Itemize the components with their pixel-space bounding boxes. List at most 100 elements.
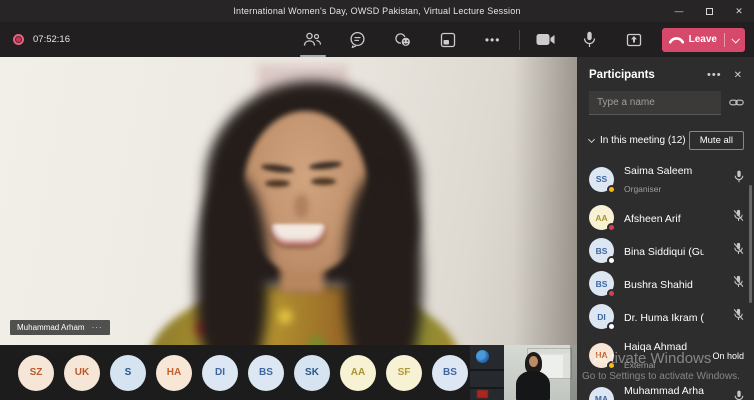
window-title: International Women's Day, OWSD Pakistan… — [0, 6, 664, 16]
camera-button[interactable] — [536, 30, 556, 50]
in-meeting-section-header[interactable]: In this meeting (12) Mute all — [577, 125, 754, 157]
participant-mic-state[interactable] — [704, 390, 744, 400]
selfview-shelf-art — [470, 387, 504, 389]
avatar: MA — [589, 387, 614, 400]
collapse-chevron-icon — [588, 136, 595, 143]
maximize-icon — [706, 8, 713, 15]
participant-name: Dr. Huma Ikram (Guest) — [624, 312, 704, 324]
meeting-timer: 07:52:16 — [33, 34, 70, 45]
participant-row[interactable]: BS Bina Siddiqui (Guest) — [577, 234, 754, 267]
participant-mic-state[interactable]: On hold — [704, 346, 744, 364]
main-video-tile[interactable]: Muhammad Arham ··· — [0, 57, 577, 345]
close-button[interactable]: ✕ — [724, 0, 754, 22]
microphone-button[interactable] — [580, 30, 600, 50]
panel-more-options-icon[interactable]: ••• — [707, 69, 722, 81]
participant-name: Bina Siddiqui (Guest) — [624, 246, 704, 258]
in-meeting-count-label: In this meeting (12) — [600, 135, 689, 146]
device-controls — [536, 30, 644, 50]
participant-mic-state[interactable] — [704, 275, 744, 293]
participant-search-input[interactable] — [589, 91, 721, 115]
audio-participant-avatar[interactable]: SK — [294, 355, 330, 391]
participant-row[interactable]: AA Afsheen Arif — [577, 201, 754, 234]
participant-name: Muhammad Arham — [624, 385, 704, 397]
participant-row[interactable]: DI Dr. Huma Ikram (Guest) — [577, 300, 754, 333]
participants-panel-header: Participants ••• ✕ — [577, 57, 754, 89]
selfview-person-art — [516, 371, 550, 400]
participant-row[interactable]: HA Haiqa Ahmad External On hold — [577, 333, 754, 377]
mic-icon — [583, 31, 596, 48]
meeting-toolbar: ••• — [303, 30, 503, 50]
breakout-rooms-button[interactable] — [438, 30, 458, 50]
leave-button[interactable]: Leave — [662, 28, 745, 52]
avatar: AA — [589, 205, 614, 230]
wall-shadow-art — [513, 57, 577, 345]
participant-search-row — [577, 89, 754, 125]
leave-options-chevron-icon[interactable] — [731, 35, 739, 43]
more-actions-button[interactable]: ••• — [483, 30, 503, 50]
window-controls: — ✕ — [664, 0, 754, 22]
mic-off-icon — [733, 275, 744, 288]
selfview-shadow-art — [570, 345, 577, 400]
participant-mic-state[interactable] — [704, 308, 744, 326]
presence-status-dot — [607, 322, 616, 331]
participant-mic-state[interactable] — [704, 209, 744, 227]
presence-status-dot — [607, 289, 616, 298]
audio-participant-avatar[interactable]: BS — [248, 355, 284, 391]
teams-meeting-window: International Women's Day, OWSD Pakistan… — [0, 0, 754, 400]
reactions-button[interactable] — [393, 30, 413, 50]
speaker-nose-art — [294, 194, 309, 218]
self-view-tile[interactable] — [470, 345, 577, 400]
participant-row[interactable]: MA Muhammad Arham External — [577, 377, 754, 400]
participant-name: Bushra Shahid — [624, 279, 693, 291]
rooms-icon — [440, 32, 456, 48]
participant-mic-state[interactable] — [704, 242, 744, 260]
selfview-shelf-art — [470, 369, 504, 371]
audio-participant-avatar[interactable]: S — [110, 355, 146, 391]
participant-subtitle: Organiser — [624, 184, 661, 194]
window-titlebar: International Women's Day, OWSD Pakistan… — [0, 0, 754, 22]
audio-participant-avatar[interactable]: SZ — [18, 355, 54, 391]
participants-panel: Participants ••• ✕ In this meeting (12) … — [577, 57, 754, 400]
audio-participant-avatar[interactable]: UK — [64, 355, 100, 391]
minimize-button[interactable]: — — [664, 0, 694, 22]
presence-status-dot — [607, 256, 616, 265]
name-tag-label: Muhammad Arham — [17, 323, 85, 332]
reactions-icon — [394, 32, 412, 48]
mute-all-button[interactable]: Mute all — [689, 131, 744, 150]
audio-participant-avatar[interactable]: BS — [432, 355, 468, 391]
presence-status-dot — [607, 185, 616, 194]
participant-mic-state[interactable] — [704, 170, 744, 188]
presence-status-dot — [607, 223, 616, 232]
copy-link-icon[interactable] — [729, 94, 744, 112]
panel-close-icon[interactable]: ✕ — [734, 70, 742, 81]
participant-list: SS Saima Saleem Organiser AA Afsheen Ari… — [577, 157, 754, 400]
participant-row[interactable]: SS Saima Saleem Organiser — [577, 157, 754, 201]
avatar: BS — [589, 271, 614, 296]
speaker-smile-art — [271, 224, 325, 245]
camera-icon — [536, 33, 555, 46]
selfview-person-art — [529, 356, 538, 367]
mic-icon — [734, 170, 744, 183]
name-tag-more-icon[interactable]: ··· — [92, 323, 103, 332]
audio-participant-avatar[interactable]: DI — [202, 355, 238, 391]
participant-name: Afsheen Arif — [624, 213, 681, 225]
participant-name-tag[interactable]: Muhammad Arham ··· — [10, 320, 110, 335]
maximize-button[interactable] — [694, 0, 724, 22]
mic-off-icon — [733, 242, 744, 255]
chat-icon — [349, 31, 366, 48]
leave-divider — [724, 33, 725, 47]
avatar: HA — [589, 343, 614, 368]
chat-button[interactable] — [348, 30, 368, 50]
speaker-hair-art — [196, 175, 268, 345]
speaker-eye-art — [311, 178, 336, 185]
share-screen-button[interactable] — [624, 30, 644, 50]
participants-button[interactable] — [303, 30, 323, 50]
audio-participant-avatar[interactable]: HA — [156, 355, 192, 391]
leave-label: Leave — [689, 34, 717, 45]
participant-row[interactable]: BS Bushra Shahid — [577, 267, 754, 300]
audio-participant-avatar[interactable]: AA — [340, 355, 376, 391]
panel-scrollbar[interactable] — [749, 185, 752, 303]
audio-participant-avatar[interactable]: SF — [386, 355, 422, 391]
mic-icon — [734, 390, 744, 400]
speaker-hair-art — [344, 172, 422, 345]
